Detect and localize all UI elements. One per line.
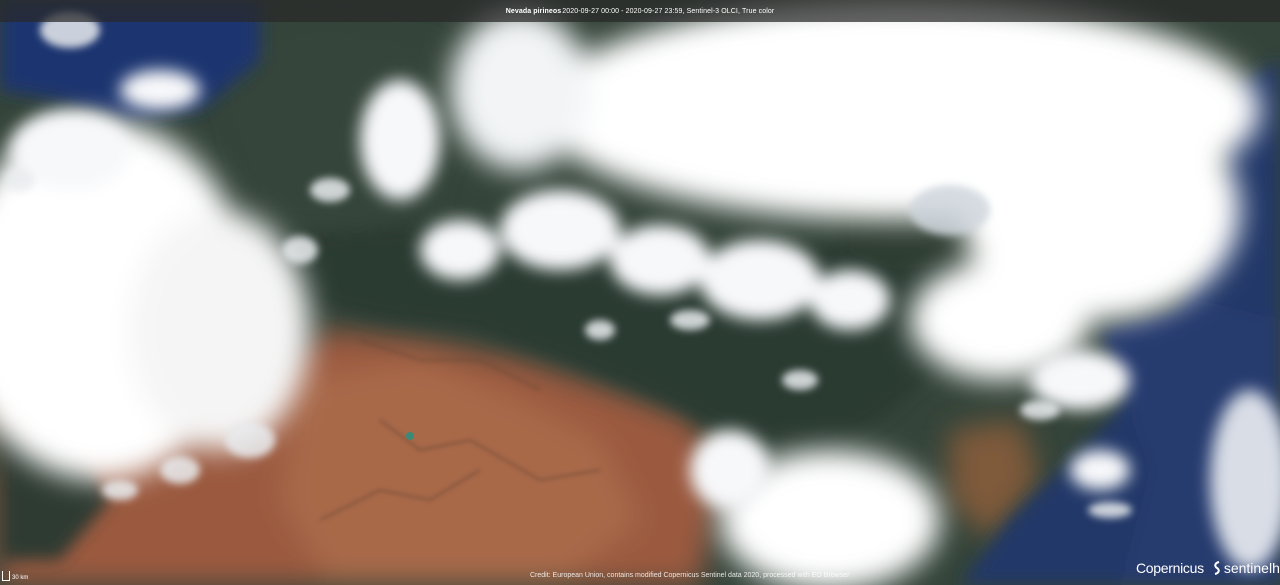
lake xyxy=(406,432,414,440)
layer-name: Nevada pirineos xyxy=(505,7,562,15)
sensor-name: Sentinel-3 OLCI xyxy=(686,7,738,15)
sentinelhub-logo-text: sentinelhub xyxy=(1223,560,1280,576)
image-info-bar: Nevada pirineos 2020-09-27 00:00 - 2020-… xyxy=(0,0,1280,22)
scale-label: 30 km xyxy=(12,575,29,581)
credit-text: Credit: European Union, contains modifie… xyxy=(530,572,850,579)
scale-bar: 30 km xyxy=(2,569,28,581)
sentinelhub-mark-icon xyxy=(1214,561,1220,575)
scale-bar-icon xyxy=(2,571,10,581)
sentinelhub-logo: sentinelhub xyxy=(1212,560,1280,576)
visualization-name: True color xyxy=(742,7,775,15)
logos: Copernicus sentinelhub xyxy=(1136,560,1280,576)
satellite-image[interactable] xyxy=(0,0,1280,585)
date-range: 2020-09-27 00:00 - 2020-09-27 23:59 xyxy=(562,7,683,15)
copernicus-logo: Copernicus xyxy=(1136,560,1204,576)
